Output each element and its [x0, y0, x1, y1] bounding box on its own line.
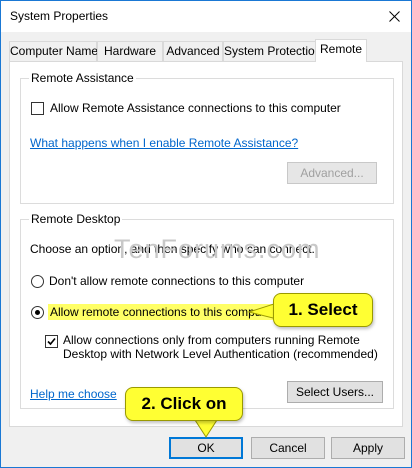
ok-button[interactable]: OK: [169, 437, 243, 459]
remote-assistance-help-link[interactable]: What happens when I enable Remote Assist…: [30, 136, 298, 150]
window-title: System Properties: [10, 9, 109, 23]
nla-label-line1[interactable]: Allow connections only from computers ru…: [63, 333, 360, 347]
dont-allow-remote-label[interactable]: Don't allow remote connections to this c…: [49, 274, 304, 288]
remote-desktop-group-title: Remote Desktop: [29, 212, 123, 226]
tab-remote[interactable]: Remote: [315, 39, 367, 62]
dont-allow-remote-radio[interactable]: [31, 275, 44, 288]
title-bar: System Properties: [1, 1, 411, 32]
cancel-button[interactable]: Cancel: [251, 437, 325, 459]
tab-computer-name[interactable]: Computer Name: [9, 41, 98, 61]
callout-step-2: 2. Click on: [125, 387, 243, 421]
apply-button[interactable]: Apply: [331, 437, 405, 459]
system-properties-window: System Properties Computer Name Hardware…: [0, 0, 412, 468]
radio-selected-dot: [35, 310, 40, 315]
callout-step-1: 1. Select: [273, 293, 373, 327]
close-icon: [388, 10, 400, 22]
tab-advanced[interactable]: Advanced: [163, 41, 223, 61]
watermark-text: TenForums.com: [114, 234, 321, 264]
remote-assistance-group: Remote Assistance Allow Remote Assistanc…: [20, 71, 394, 204]
allow-remote-assistance-checkbox[interactable]: [31, 102, 44, 115]
callout-2-pointer: [194, 420, 218, 438]
tab-system-protection[interactable]: System Protection: [223, 41, 321, 61]
nla-label-line2[interactable]: Desktop with Network Level Authenticatio…: [63, 347, 378, 361]
allow-remote-radio[interactable]: [31, 306, 44, 319]
help-me-choose-link[interactable]: Help me choose: [30, 387, 117, 401]
advanced-button[interactable]: Advanced...: [287, 162, 377, 184]
allow-remote-label[interactable]: Allow remote connections to this compute…: [48, 304, 278, 320]
remote-tab-panel: Remote Assistance Allow Remote Assistanc…: [9, 61, 403, 427]
select-users-button[interactable]: Select Users...: [287, 381, 383, 403]
tab-hardware[interactable]: Hardware: [97, 41, 163, 61]
allow-remote-assistance-label[interactable]: Allow Remote Assistance connections to t…: [50, 101, 341, 115]
close-button[interactable]: [381, 5, 407, 27]
nla-checkbox[interactable]: [45, 335, 58, 348]
remote-assistance-group-title: Remote Assistance: [29, 71, 136, 85]
checkmark-icon: [47, 337, 56, 346]
